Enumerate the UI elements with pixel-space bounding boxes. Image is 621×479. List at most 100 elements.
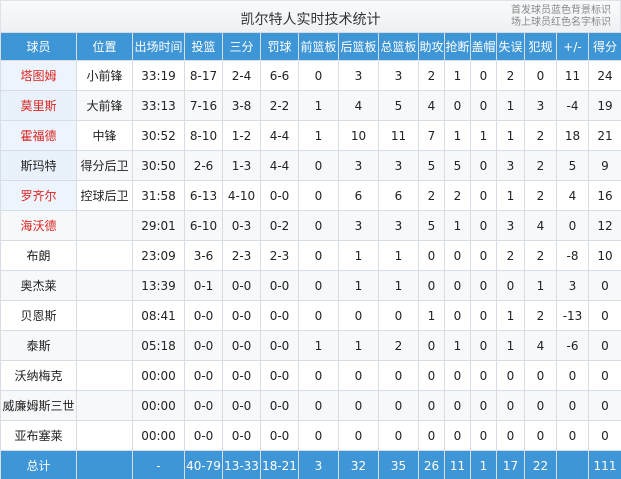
stat-cell: 大前锋 [76,90,133,121]
stat-cell: 2 [418,180,445,211]
stat-cell: 3 [556,270,589,301]
stat-cell: -6 [556,330,589,361]
total-cell [76,450,133,479]
total-cell: 111 [588,450,621,479]
stat-cell: 1 [470,120,497,151]
table-row: 亚布塞莱 00:00 0-0 0-0 0-0 0 0 0 0 0 0 0 0 0 0 [0,420,621,451]
stat-cell: 3 [378,150,419,181]
total-cell: 26 [418,450,445,479]
stat-cell: 0 [418,360,445,391]
stat-cell: 0 [470,330,497,361]
stat-cell [76,360,133,391]
column-header: 抢断 [444,32,471,61]
stat-cell: 1 [444,60,471,91]
stat-cell [76,300,133,331]
stat-cell: 0-0 [260,270,299,301]
total-cell: 35 [378,450,419,479]
totals-row: 总计 -40-79 13-33 18-21 3 32 35 26 11 1 17 22 111 [0,450,621,479]
stat-cell: 2 [444,180,471,211]
total-cell: 22 [524,450,557,479]
total-cell: 1 [470,450,497,479]
stat-cell: 3-8 [222,90,261,121]
stat-cell: 11 [556,60,589,91]
stat-cell: 13:39 [132,270,185,301]
column-header: +/- [556,32,589,61]
stat-cell: 0 [588,270,621,301]
column-header: 罚球 [260,32,299,61]
stat-cell: -4 [556,90,589,121]
stat-cell: 0 [470,270,497,301]
stat-cell: 16 [588,180,621,211]
stat-cell: 0 [338,390,379,421]
stat-cell: 0 [338,420,379,451]
stat-cell: 30:50 [132,150,185,181]
stat-cell: 中锋 [76,120,133,151]
stat-cell: 0 [298,390,339,421]
stat-cell: 0 [470,420,497,451]
stat-cell: 0 [444,270,471,301]
player-name-cell: 塔图姆 [0,60,77,91]
stat-cell: 1 [444,210,471,241]
stat-cell: 0 [524,420,557,451]
stat-cell: 0 [496,360,525,391]
stat-cell: 08:41 [132,300,185,331]
column-header: 得分 [588,32,621,61]
stat-cell: 2 [524,300,557,331]
stat-cell [76,210,133,241]
stat-cell: 2-3 [260,240,299,271]
stat-cell: 0 [588,330,621,361]
stat-cell: 0 [298,210,339,241]
stat-cell: 0-0 [260,330,299,361]
stat-cell: 11 [378,120,419,151]
stat-cell: 0-1 [184,270,223,301]
stat-cell: 0 [556,210,589,241]
stat-cell: 6-10 [184,210,223,241]
table-row: 斯玛特 得分后卫 30:50 2-6 1-3 4-4 0 3 3 5 5 0 3 2 5 9 [0,150,621,181]
stat-cell: 1 [524,270,557,301]
stat-cell: 0 [470,90,497,121]
stat-cell: 0 [524,390,557,421]
stat-cell: 5 [418,150,445,181]
stat-cell: 1-2 [222,120,261,151]
stat-cell: 0 [298,270,339,301]
stat-cell: 2 [524,150,557,181]
stat-cell: 1 [496,300,525,331]
stat-cell: 0 [378,390,419,421]
stat-cell [76,270,133,301]
stat-cell: 1 [418,300,445,331]
column-header: 球员 [0,32,77,61]
stat-cell [76,420,133,451]
player-name-cell: 莫里斯 [0,90,77,121]
stat-cell: 30:52 [132,120,185,151]
stat-cell: 7-16 [184,90,223,121]
stat-cell: 0 [524,360,557,391]
stat-cell [76,330,133,361]
table-row: 奥杰莱 13:39 0-1 0-0 0-0 0 1 1 0 0 0 0 1 3 0 [0,270,621,301]
stat-cell: 0 [378,300,419,331]
on-court-legend-note: 场上球员红色名字标识 [511,17,611,28]
total-cell: 13-33 [222,450,261,479]
stat-cell: 12 [588,210,621,241]
stat-cell: 0-0 [222,300,261,331]
stat-cell: 3 [378,210,419,241]
total-cell: 3 [298,450,339,479]
player-name-cell: 奥杰莱 [0,270,77,301]
stat-cell: 0 [588,360,621,391]
stat-cell: 3 [338,210,379,241]
stat-cell: 1 [298,330,339,361]
stat-cell: 1 [444,330,471,361]
stat-cell: 0 [470,180,497,211]
stat-cell: 1 [298,120,339,151]
table-row: 泰斯 05:18 0-0 0-0 0-0 1 1 2 0 1 0 1 4 -6 0 [0,330,621,361]
column-header: 位置 [76,32,133,61]
stat-cell: 0 [470,150,497,181]
stat-cell: 6 [378,180,419,211]
stat-cell: 0-0 [260,300,299,331]
stat-cell: 0 [470,300,497,331]
stat-cell: 00:00 [132,420,185,451]
stat-cell: 0 [444,390,471,421]
stat-cell: 0 [444,360,471,391]
stat-cell: 5 [444,150,471,181]
total-cell: 40-79 [184,450,223,479]
stat-cell: 2 [378,330,419,361]
